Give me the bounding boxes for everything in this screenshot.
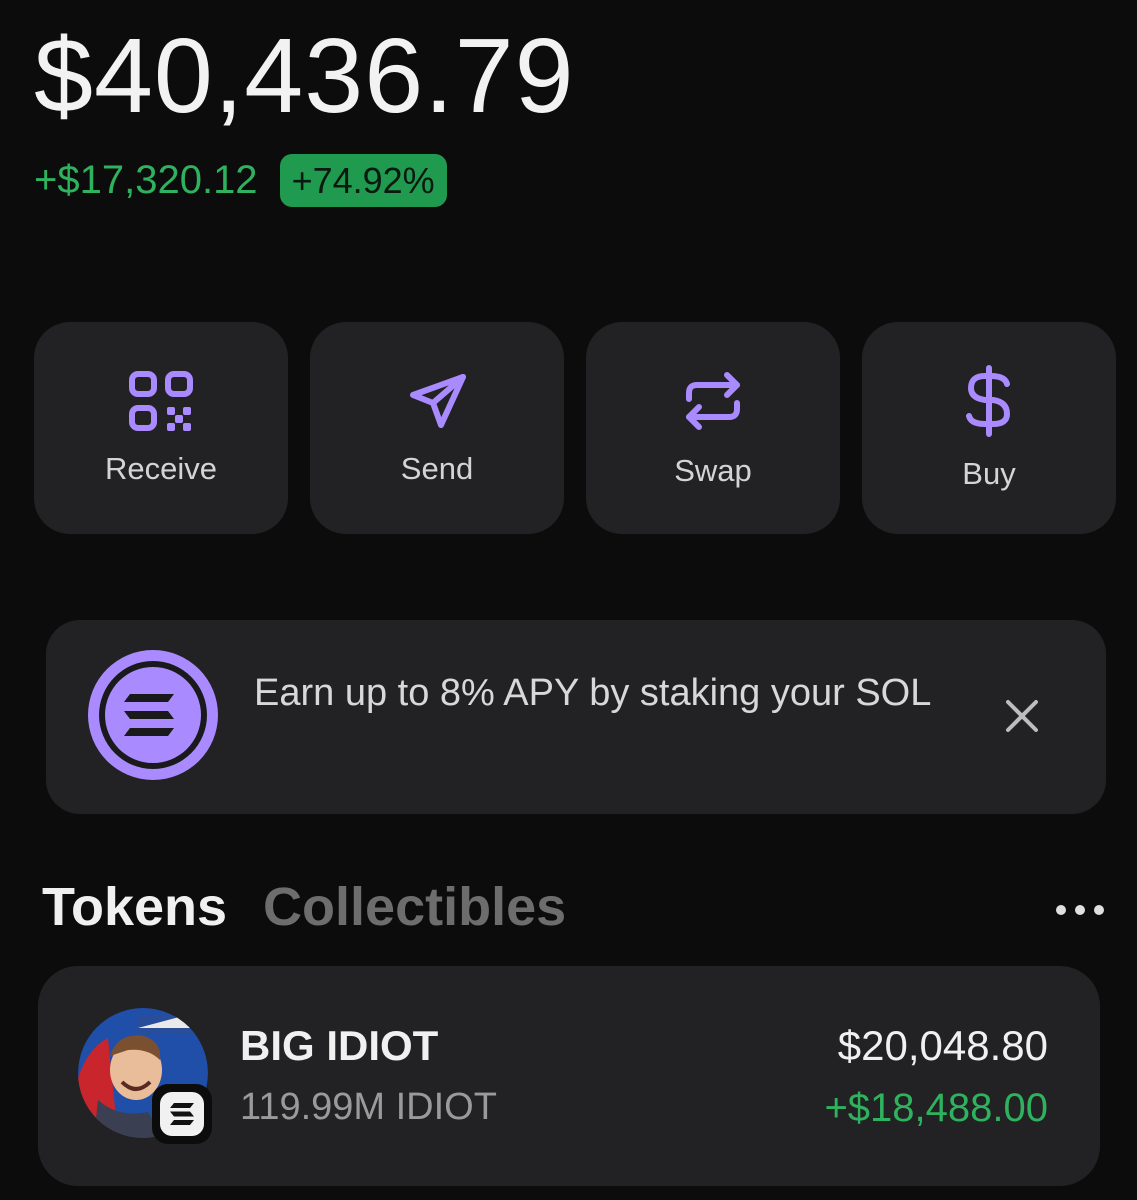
portfolio-change-percent-badge: +74.92% [279,154,447,208]
portfolio-balance: $40,436.79 [34,17,575,135]
token-value: $20,048.80 [837,1022,1048,1069]
solana-icon [152,1084,212,1144]
tab-tokens[interactable]: Tokens [42,876,227,938]
buy-button[interactable]: Buy [862,322,1116,534]
send-button[interactable]: Send [310,322,564,534]
send-label: Send [400,451,474,486]
token-name: BIG IDIOT [240,1022,439,1069]
asset-tabs: Tokens Collectibles [42,876,566,938]
receive-button[interactable]: Receive [34,322,288,534]
token-amount: 119.99M IDIOT [240,1086,497,1128]
dollar-icon [963,364,1015,438]
portfolio-change-row: +$17,320.12 +74.92% [34,154,447,208]
close-icon[interactable] [1004,698,1040,734]
tab-collectibles[interactable]: Collectibles [263,876,566,938]
token-change: +$18,488.00 [824,1086,1048,1130]
token-row[interactable]: BIG IDIOT 119.99M IDIOT $20,048.80 +$18,… [38,966,1100,1186]
swap-icon [681,367,745,435]
send-icon [405,369,469,433]
solana-logo-icon [88,650,218,780]
staking-banner[interactable]: Earn up to 8% APY by staking your SOL [46,620,1106,814]
receive-label: Receive [105,451,217,486]
portfolio-change-amount: +$17,320.12 [34,158,258,203]
qr-code-icon [127,369,195,433]
swap-label: Swap [674,453,752,488]
quick-actions: Receive Send Swap Buy [34,322,1116,534]
more-options-icon[interactable] [1053,900,1107,920]
swap-button[interactable]: Swap [586,322,840,534]
buy-label: Buy [962,456,1016,491]
staking-banner-text: Earn up to 8% APY by staking your SOL [254,672,932,714]
